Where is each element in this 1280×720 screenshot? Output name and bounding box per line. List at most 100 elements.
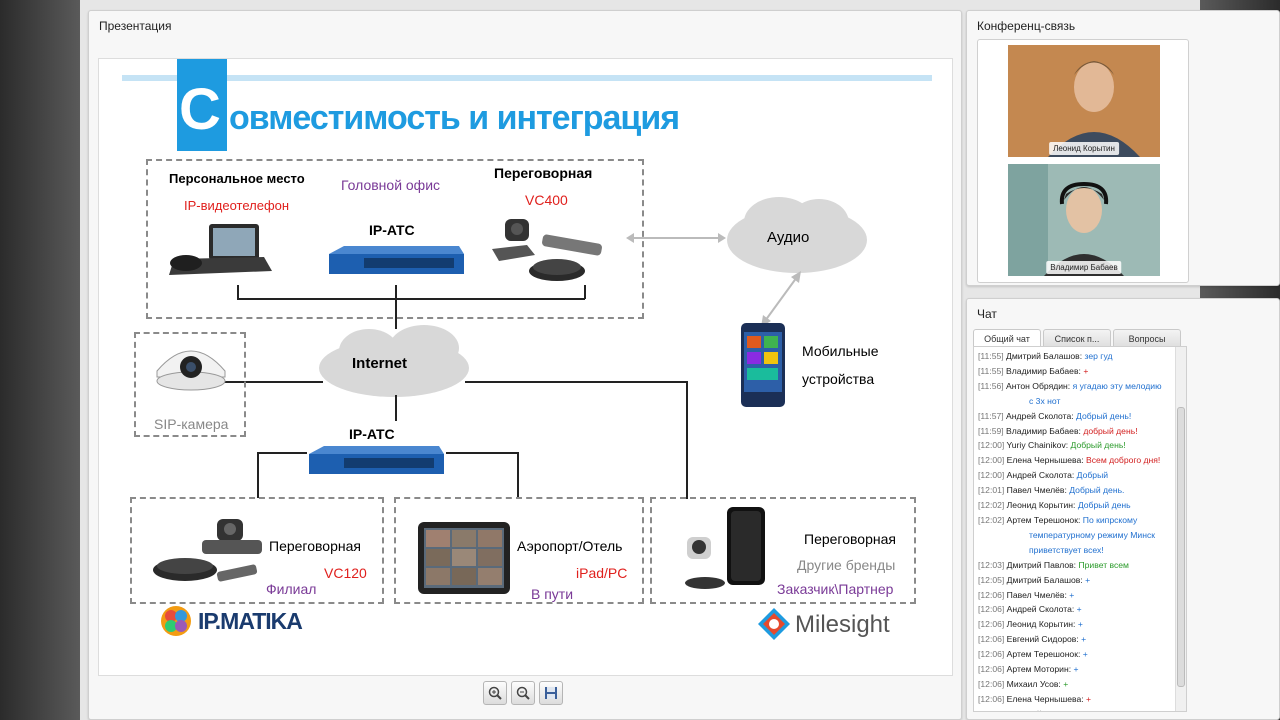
participant-avatar [1008,164,1160,276]
message-time: [12:06] [978,678,1005,689]
message-author: Дмитрий Балашов: [1006,351,1083,361]
message-text: Добрый [1076,470,1109,481]
conference-panel: Конференц-связь Леонид Корытин Владимир … [966,10,1280,286]
message-time: [12:06] [978,619,1005,630]
vc120-device-icon [153,519,262,582]
message-time: [12:02] [978,514,1005,525]
message-time: [12:00] [978,440,1005,451]
connector [395,299,397,329]
video-container: Леонид Корытин Владимир Бабаев [977,39,1189,283]
message-author: Дмитрий Балашов: [1006,574,1083,585]
message-time: [11:59] [978,425,1004,436]
zoom-in-button[interactable] [483,681,507,705]
connector [584,285,586,299]
message-text: + [1085,574,1091,585]
message-time: [12:01] [978,485,1005,496]
message-time: [11:56] [978,380,1004,391]
presentation-panel: Презентация С овместимость и интеграция … [88,10,962,720]
message-author: Владимир Бабаев: [1006,365,1081,376]
audio-link-arrow [626,233,726,243]
connector [257,452,307,454]
message-text: + [1082,649,1088,660]
participant-video-2[interactable]: Владимир Бабаев [1008,164,1160,276]
scrollbar-thumb[interactable] [1177,407,1185,687]
message-text: Добрый день! [1076,410,1132,421]
message-text: + [1073,664,1079,675]
chat-message: [11:55] Дмитрий Балашов: зер гуд [978,349,1174,364]
vc400-device-icon [492,219,602,281]
mobile-label-line2: устройства [802,371,875,387]
message-text: приветствует всех! [1029,544,1104,555]
chat-message: [12:06] Леонид Корытин: + [978,617,1174,632]
internet-label: Internet [352,355,408,372]
connector [395,395,397,421]
tab-participants[interactable]: Список п... [1043,329,1111,347]
participant-avatar [1008,45,1160,157]
chat-message: [12:03] Дмитрий Павлов: Привет всем [978,558,1174,573]
message-author: Андрей Сколота: [1006,410,1074,421]
head-office-label: Головной офис [341,177,441,193]
message-text: + [1078,709,1083,711]
message-author: Леонид Корытин: [1006,619,1076,630]
slide-title-letter: С [179,77,221,142]
chat-message: [12:06] Дмитрий Павлов: + [978,707,1174,711]
meeting-room-right-label: Переговорная [804,531,896,547]
message-author: Андрей Сколота: [1006,470,1075,481]
chat-message: [12:06] Елена Чернышева: + [978,692,1174,707]
message-text: Всем доброго дня! [1086,455,1161,466]
chat-message: [12:02] Артем Терешонок: По кипрскому [978,513,1174,528]
tab-questions[interactable]: Вопросы [1113,329,1181,347]
tab-general-chat[interactable]: Общий чат [973,329,1041,347]
chat-message: [11:55] Владимир Бабаев: + [978,364,1174,379]
sip-camera-icon [156,350,226,391]
audio-label: Аудио [767,229,810,246]
message-text: добрый день! [1083,425,1138,436]
slide-top-bar [122,75,932,81]
chat-messages-box: [11:55] Дмитрий Балашов: зер гуд [11:55] … [973,346,1187,712]
connector [446,452,518,454]
chat-scrollbar[interactable] [1175,347,1186,711]
chat-message: [11:57] Андрей Сколота: Добрый день! [978,409,1174,424]
chat-message: [12:06] Артем Моторин: + [978,662,1174,677]
message-author: Yuriy Chainikov: [1006,440,1069,451]
chat-message: [12:01] Павел Чмелёв: Добрый день. [978,483,1174,498]
message-time: [11:55] [978,365,1004,376]
message-text: зер гуд [1084,351,1113,361]
message-text: + [1069,589,1075,600]
ip-pbx-device-icon [329,246,464,274]
message-text: Привет всем [1078,559,1129,570]
message-author: Артем Моторин: [1006,664,1072,675]
participant-name: Леонид Корытин [1049,142,1119,155]
chat-message: [12:06] Михаил Усов: + [978,677,1174,692]
zoom-in-icon [488,686,502,700]
connector [237,285,239,299]
ip-atc-top-label: IP-ATC [369,222,415,238]
message-time: [12:00] [978,455,1005,466]
slide-toolbar [483,681,563,705]
message-author: Дмитрий Павлов: [1006,559,1077,570]
message-text: Добрый день [1077,500,1131,511]
message-time: [12:06] [978,709,1004,711]
mobile-link-arrow [761,271,801,327]
chat-message: [11:59] Владимир Бабаев: добрый день! [978,424,1174,439]
zoom-out-button[interactable] [511,681,535,705]
message-text: + [1076,604,1082,615]
message-text: температурному режиму Минск [1029,529,1156,540]
message-author: Андрей Сколота: [1006,604,1075,615]
connector [395,285,397,299]
mobile-label-line1: Мобильные [802,343,879,359]
save-button[interactable] [539,681,563,705]
message-text: + [1081,634,1087,645]
chat-message: [12:06] Павел Чмелёв: + [978,588,1174,603]
message-time: [12:06] [978,693,1005,704]
ipmatika-logo-icon [161,606,191,636]
save-icon [545,687,557,699]
message-time: [11:57] [978,410,1004,421]
ip-pbx-branch-icon [309,446,444,474]
message-author: Артем Терешонок: [1006,514,1081,525]
presentation-title: Презентация [99,19,172,33]
participant-video-1[interactable]: Леонид Корытин [1008,45,1160,157]
connector [686,381,688,499]
chat-message: [11:56] Антон Обрядин: я угадаю эту мело… [978,379,1174,394]
on-the-way-label: В пути [531,586,574,602]
